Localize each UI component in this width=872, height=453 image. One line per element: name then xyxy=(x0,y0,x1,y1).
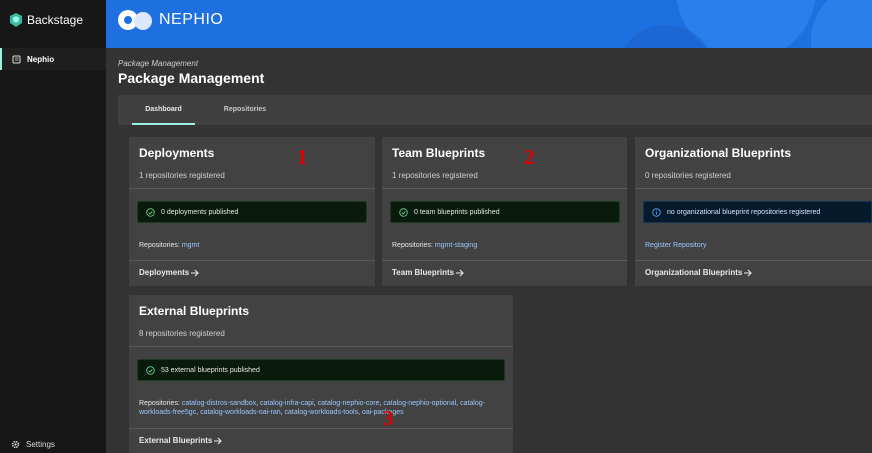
link-label: Deployments xyxy=(139,268,190,277)
card-divider xyxy=(129,260,375,261)
arrow-right-icon xyxy=(191,269,200,276)
repo-link[interactable]: mgmt xyxy=(182,242,200,249)
repo-link[interactable]: catalog-workloads-tools xyxy=(285,409,359,416)
backstage-logo[interactable]: Backstage xyxy=(10,13,83,27)
info-alert: no organizational blueprint repositories… xyxy=(643,201,872,223)
repo-link[interactable]: catalog-infra-capi xyxy=(260,400,314,407)
repo-link[interactable]: catalog-nephio-core xyxy=(318,400,380,407)
card-divider xyxy=(129,346,513,347)
card-divider xyxy=(129,428,513,429)
tab-bar: Dashboard Repositories xyxy=(118,95,872,125)
repositories-label: Repositories: xyxy=(139,242,180,249)
status-text: 53 external blueprints published xyxy=(161,366,260,374)
sidebar-item-label: Nephio xyxy=(27,54,55,64)
sidebar-item-settings[interactable]: Settings xyxy=(11,440,55,449)
tab-dashboard[interactable]: Dashboard xyxy=(132,95,195,125)
card-subtitle: 8 repositories registered xyxy=(139,329,225,338)
nephio-logo: NEPHIO xyxy=(117,8,223,32)
settings-label: Settings xyxy=(26,440,55,449)
link-label: Organizational Blueprints xyxy=(645,268,743,277)
team-blueprints-card: Team Blueprints 1 repositories registere… xyxy=(382,137,627,286)
status-text: no organizational blueprint repositories… xyxy=(667,208,821,216)
status-text: 0 deployments published xyxy=(161,208,239,216)
card-title: Organizational Blueprints xyxy=(645,146,792,160)
book-icon xyxy=(12,55,21,63)
info-icon xyxy=(652,207,661,217)
deployments-link[interactable]: Deployments xyxy=(139,268,200,277)
breadcrumb: Package Management xyxy=(118,59,199,68)
sidebar: Backstage Nephio Settings xyxy=(0,0,106,453)
page-header: NEPHIO xyxy=(106,0,872,48)
card-divider xyxy=(382,260,627,261)
card-divider xyxy=(635,188,872,189)
repositories-line: Repositories: mgmt xyxy=(139,241,199,250)
status-alert: 0 deployments published xyxy=(137,201,367,223)
repo-link[interactable]: catalog-workloads-oai-ran xyxy=(200,409,281,416)
repositories-line: Repositories: mgmt-staging xyxy=(392,241,477,250)
external-blueprints-link[interactable]: External Blueprints xyxy=(139,436,223,445)
nephio-logo-icon xyxy=(118,10,152,30)
status-text: 0 team blueprints published xyxy=(414,208,500,216)
external-blueprints-card: External Blueprints 8 repositories regis… xyxy=(129,295,513,453)
header-logo-text: NEPHIO xyxy=(159,11,224,28)
repositories-label: Repositories: xyxy=(139,400,180,407)
tab-repositories[interactable]: Repositories xyxy=(210,95,280,125)
gear-icon xyxy=(11,440,20,449)
repo-link[interactable]: catalog-distros-sandbox xyxy=(182,400,256,407)
repo-link[interactable]: catalog-nephio-optional xyxy=(383,400,456,407)
deployments-card: Deployments 1 repositories registered 0 … xyxy=(129,137,375,286)
card-divider xyxy=(129,188,375,189)
status-alert: 53 external blueprints published xyxy=(137,359,505,381)
register-line: Register Repository xyxy=(645,241,706,250)
card-divider xyxy=(635,260,872,261)
check-circle-icon xyxy=(399,207,408,217)
organizational-blueprints-link[interactable]: Organizational Blueprints xyxy=(645,268,753,277)
page-title: Package Management xyxy=(118,70,265,86)
card-title: Team Blueprints xyxy=(392,146,486,160)
card-divider xyxy=(382,188,627,189)
card-title: Deployments xyxy=(139,146,215,160)
team-blueprints-link[interactable]: Team Blueprints xyxy=(392,268,465,277)
main-content: Package Management Package Management Da… xyxy=(106,48,872,453)
register-repository-link[interactable]: Register Repository xyxy=(645,242,706,249)
link-label: Team Blueprints xyxy=(392,268,455,277)
status-alert: 0 team blueprints published xyxy=(390,201,620,223)
brand-name: Backstage xyxy=(27,13,84,27)
backstage-icon xyxy=(10,13,22,27)
sidebar-item-nephio[interactable]: Nephio xyxy=(0,48,106,70)
annotation-marker-3: 3 xyxy=(383,406,394,430)
card-subtitle: 0 repositories registered xyxy=(645,171,731,180)
link-label: External Blueprints xyxy=(139,436,213,445)
arrow-right-icon xyxy=(744,269,753,276)
check-circle-icon xyxy=(146,207,155,217)
annotation-marker-2: 2 xyxy=(524,145,535,169)
organizational-blueprints-card: Organizational Blueprints 0 repositories… xyxy=(635,137,872,286)
repositories-label: Repositories: xyxy=(392,242,433,249)
arrow-right-icon xyxy=(456,269,464,276)
arrow-right-icon xyxy=(214,437,223,444)
card-subtitle: 1 repositories registered xyxy=(139,171,225,180)
card-title: External Blueprints xyxy=(139,304,250,318)
repo-link[interactable]: mgmt-staging xyxy=(435,242,477,249)
check-circle-icon xyxy=(146,365,155,375)
repositories-line: Repositories: catalog-distros-sandbox, c… xyxy=(139,400,485,416)
card-subtitle: 1 repositories registered xyxy=(392,171,478,180)
annotation-marker-1: 1 xyxy=(297,145,308,169)
